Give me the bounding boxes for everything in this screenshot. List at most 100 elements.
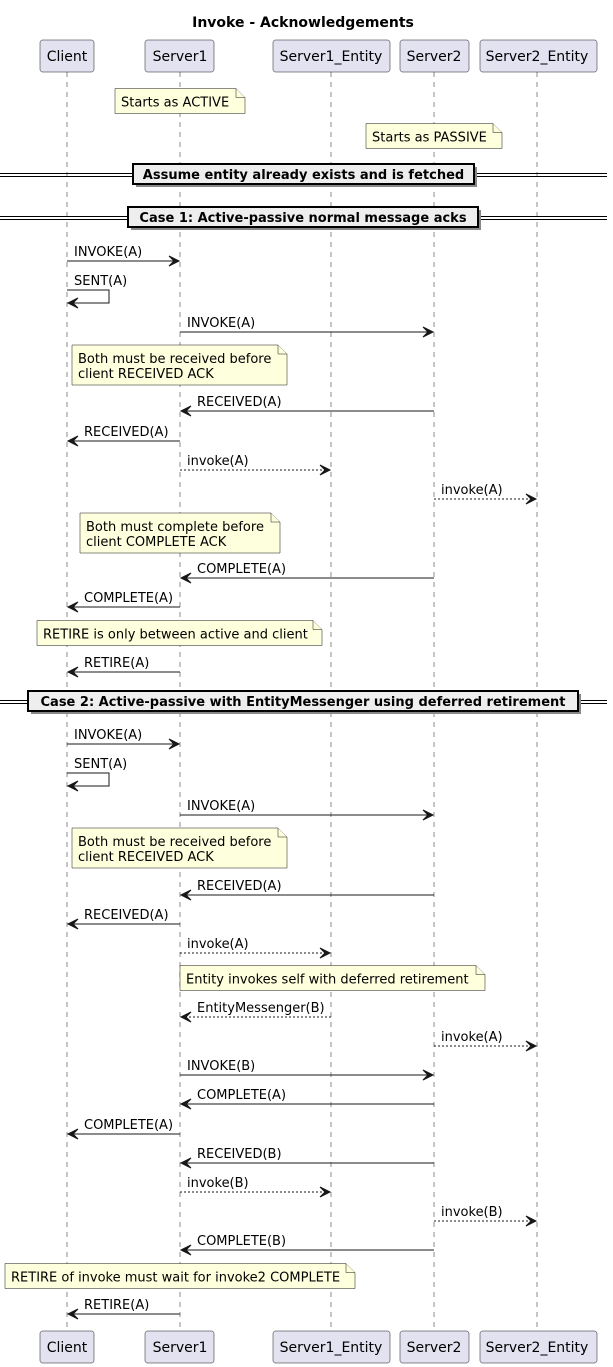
- message-server2-to-server1[interactable]: COMPLETE(A): [179, 562, 434, 584]
- message-server1-to-client[interactable]: RETIRE(A): [66, 656, 180, 678]
- participant-server2-top[interactable]: Server2: [399, 39, 470, 73]
- message-label: RETIRE(A): [84, 1298, 149, 1313]
- message-server1-to-client[interactable]: COMPLETE(A): [66, 591, 180, 613]
- message-label: EntityMessenger(B): [197, 1001, 325, 1016]
- participant-client-bottom[interactable]: Client: [39, 1330, 95, 1364]
- message-server2-to-server1[interactable]: COMPLETE(B): [179, 1234, 434, 1256]
- message-label: invoke(A): [441, 483, 503, 498]
- note-text: Starts as ACTIVE: [121, 96, 229, 111]
- participant-label: Server1: [153, 1340, 208, 1356]
- note-server2: Starts as PASSIVE: [365, 123, 503, 149]
- diagram-title: Invoke - Acknowledgements: [192, 15, 414, 31]
- note-corner-fold-icon: [277, 345, 287, 355]
- participant-label: Client: [47, 49, 88, 65]
- message-client-to-client[interactable]: SENT(A): [66, 757, 127, 792]
- note-server1: Starts as ACTIVE: [114, 88, 246, 114]
- note-text: Starts as PASSIVE: [372, 131, 487, 146]
- message-server2-to-server2_entity[interactable]: invoke(A): [434, 1030, 538, 1052]
- message-label: INVOKE(A): [187, 799, 255, 814]
- message-label: INVOKE(A): [187, 316, 255, 331]
- message-label: RETIRE(A): [84, 656, 149, 671]
- sequence-diagram: Invoke - Acknowledgements Starts as ACTI…: [0, 15, 607, 1364]
- note-client-server1_entity: RETIRE of invoke must wait for invoke2 C…: [4, 1263, 356, 1289]
- message-label: RECEIVED(B): [197, 1147, 282, 1162]
- section-divider: Assume entity already exists and is fetc…: [0, 163, 607, 187]
- message-label: invoke(A): [187, 454, 249, 469]
- participant-client-top[interactable]: Client: [39, 39, 95, 73]
- message-server1-to-server1_entity[interactable]: invoke(B): [180, 1176, 332, 1198]
- message-label: SENT(A): [74, 274, 127, 289]
- participant-server2-bottom[interactable]: Server2: [399, 1330, 470, 1364]
- message-label: RECEIVED(A): [84, 425, 169, 440]
- participant-server1_entity-bottom[interactable]: Server1_Entity: [272, 1330, 391, 1364]
- message-label: INVOKE(B): [187, 1059, 255, 1074]
- message-server2-to-server1[interactable]: RECEIVED(B): [179, 1147, 434, 1169]
- message-label: COMPLETE(A): [84, 1118, 173, 1133]
- note-client-server1: Both must complete beforeclient COMPLETE…: [79, 512, 281, 554]
- participant-label: Server2_Entity: [486, 1340, 589, 1356]
- message-label: INVOKE(A): [74, 245, 142, 260]
- participant-server1_entity-top[interactable]: Server1_Entity: [272, 39, 391, 73]
- participant-server1-bottom[interactable]: Server1: [144, 1330, 215, 1364]
- message-server1-to-client[interactable]: RECEIVED(A): [66, 908, 180, 930]
- section-divider: Case 2: Active-passive with EntityMessen…: [0, 690, 607, 714]
- note-text: Both must complete before: [86, 520, 264, 535]
- message-label: invoke(B): [187, 1176, 249, 1191]
- message-server1-to-server2[interactable]: INVOKE(B): [180, 1059, 435, 1081]
- message-server2-to-server1[interactable]: RECEIVED(A): [179, 395, 434, 417]
- divider-label: Assume entity already exists and is fetc…: [143, 168, 464, 183]
- note-text: Both must be received before: [78, 352, 271, 367]
- note-server1-server2: Entity invokes self with deferred retire…: [179, 965, 486, 991]
- participant-server2_entity-top[interactable]: Server2_Entity: [479, 39, 598, 73]
- message-server1_entity-to-server1[interactable]: EntityMessenger(B): [179, 1001, 331, 1023]
- message-label: RECEIVED(A): [84, 908, 169, 923]
- message-label: invoke(B): [441, 1205, 503, 1220]
- note-text: client COMPLETE ACK: [86, 535, 227, 550]
- participant-label: Server2: [407, 1340, 462, 1356]
- diagram-steps: Starts as ACTIVE Starts as PASSIVE Assume …: [0, 88, 607, 1320]
- message-client-to-server1[interactable]: INVOKE(A): [67, 728, 181, 750]
- message-server1-to-server2[interactable]: INVOKE(A): [180, 316, 435, 338]
- message-server1-to-client[interactable]: COMPLETE(A): [66, 1118, 180, 1140]
- participant-label: Server1_Entity: [280, 49, 383, 65]
- participant-label: Server1_Entity: [280, 1340, 383, 1356]
- message-label: COMPLETE(A): [197, 562, 286, 577]
- message-label: RECEIVED(A): [197, 395, 282, 410]
- participant-label: Client: [47, 1340, 88, 1356]
- participant-server1-top[interactable]: Server1: [144, 39, 215, 73]
- note-text: Entity invokes self with deferred retire…: [186, 973, 469, 988]
- note-text: client RECEIVED ACK: [78, 367, 214, 382]
- divider-label: Case 1: Active-passive normal message ac…: [139, 211, 466, 226]
- message-server1-to-server1_entity[interactable]: invoke(A): [180, 937, 332, 959]
- participant-label: Server1: [153, 49, 208, 65]
- message-client-to-client[interactable]: SENT(A): [66, 274, 127, 309]
- message-server2-to-server1[interactable]: RECEIVED(A): [179, 879, 434, 901]
- message-server1-to-client[interactable]: RETIRE(A): [66, 1298, 180, 1320]
- participant-label: Server2: [407, 49, 462, 65]
- message-label: COMPLETE(A): [84, 591, 173, 606]
- message-client-to-server1[interactable]: INVOKE(A): [67, 245, 181, 267]
- participant-label: Server2_Entity: [486, 49, 589, 65]
- message-label: RECEIVED(A): [197, 879, 282, 894]
- message-server2-to-server2_entity[interactable]: invoke(A): [434, 483, 538, 505]
- note-client-server1: Both must be received beforeclient RECEI…: [71, 827, 288, 869]
- note-client-server1: Both must be received beforeclient RECEI…: [71, 344, 288, 386]
- message-server1-to-client[interactable]: RECEIVED(A): [66, 425, 180, 447]
- note-client-server1_entity: RETIRE is only between active and client: [36, 620, 323, 646]
- message-label: COMPLETE(B): [197, 1234, 286, 1249]
- divider-label: Case 2: Active-passive with EntityMessen…: [41, 695, 566, 710]
- note-text: RETIRE is only between active and client: [43, 628, 308, 643]
- message-label: COMPLETE(A): [197, 1088, 286, 1103]
- note-text: client RECEIVED ACK: [78, 850, 214, 865]
- message-label: invoke(A): [187, 937, 249, 952]
- message-server2-to-server2_entity[interactable]: invoke(B): [434, 1205, 538, 1227]
- message-server1-to-server2[interactable]: INVOKE(A): [180, 799, 435, 821]
- participant-server2_entity-bottom[interactable]: Server2_Entity: [479, 1330, 598, 1364]
- section-divider: Case 1: Active-passive normal message ac…: [0, 206, 607, 230]
- message-server2-to-server1[interactable]: COMPLETE(A): [179, 1088, 434, 1110]
- message-server1-to-server1_entity[interactable]: invoke(A): [180, 454, 332, 476]
- note-text: Both must be received before: [78, 835, 271, 850]
- message-label: INVOKE(A): [74, 728, 142, 743]
- message-label: invoke(A): [441, 1030, 503, 1045]
- note-text: RETIRE of invoke must wait for invoke2 C…: [11, 1271, 340, 1286]
